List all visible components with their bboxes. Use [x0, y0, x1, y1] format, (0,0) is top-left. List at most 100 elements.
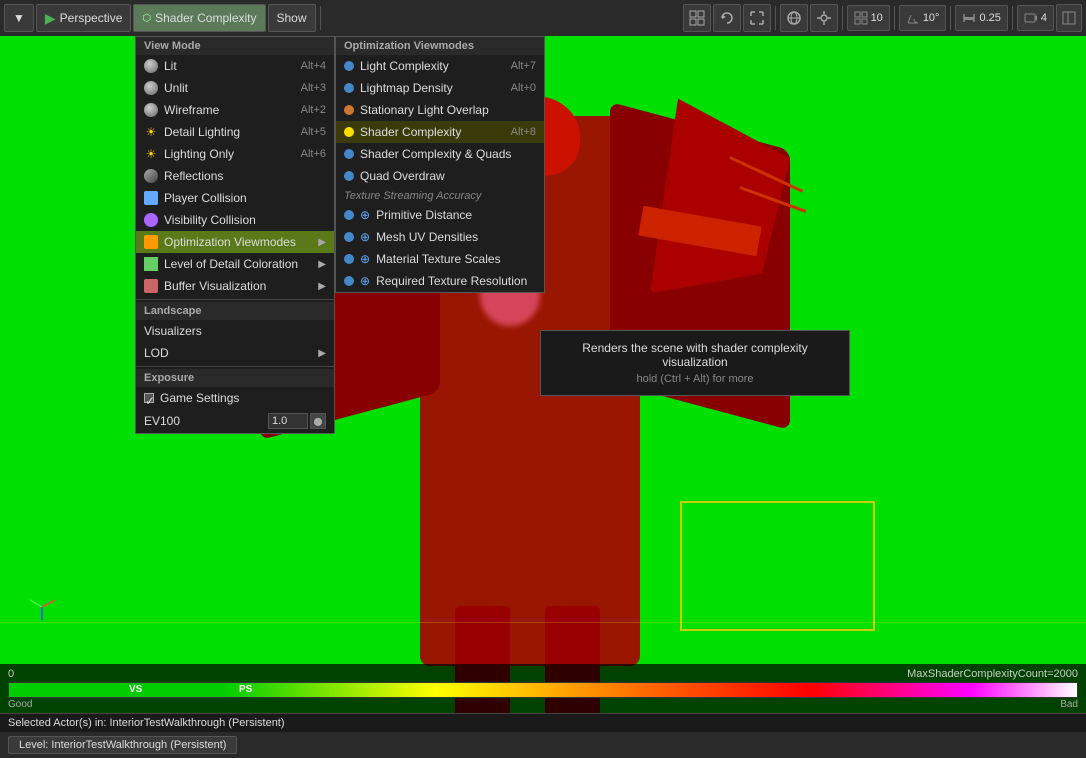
menu-item-game-settings[interactable]: ✓ Game Settings — [136, 387, 334, 409]
shader-complexity-btn[interactable]: ⬡ Shader Complexity — [133, 4, 265, 32]
unlit-label: Unlit — [164, 81, 188, 95]
main-dropdown-menu: View Mode Lit Alt+4 Unlit Alt+3 Wirefram… — [135, 36, 335, 434]
opt-submenu-header: Optimization Viewmodes — [336, 37, 544, 55]
sep-4 — [894, 6, 895, 30]
expand-icon — [1062, 11, 1076, 25]
light-complexity-shortcut: Alt+7 — [511, 60, 536, 72]
sub-menu-lightmap-density[interactable]: Lightmap Density Alt+0 — [336, 77, 544, 99]
menu-item-visualizers[interactable]: Visualizers — [136, 320, 334, 342]
game-settings-checkbox: ✓ — [144, 393, 154, 403]
sub-menu-quad-overdraw[interactable]: Quad Overdraw — [336, 165, 544, 187]
angle-icon — [906, 11, 920, 25]
sub-menu-required-texture[interactable]: ⊕ Required Texture Resolution — [336, 270, 544, 292]
vs-label: VS — [129, 684, 142, 695]
maximize-btn[interactable] — [743, 4, 771, 32]
wireframe-icon — [144, 103, 158, 117]
lightmap-density-label: Lightmap Density — [360, 81, 453, 95]
rotate-icon — [719, 10, 735, 26]
light-complexity-label: Light Complexity — [360, 59, 449, 73]
shader-complexity-shortcut: Alt+8 — [511, 126, 536, 138]
complexity-gradient-bar: VS PS — [8, 682, 1078, 698]
grid-btn[interactable] — [683, 4, 711, 32]
primitive-distance-dot — [344, 210, 354, 220]
required-texture-dot — [344, 276, 354, 286]
expand-btn[interactable] — [1056, 4, 1082, 32]
rotate-btn[interactable] — [713, 4, 741, 32]
sep-5 — [950, 6, 951, 30]
menu-item-reflections[interactable]: Reflections — [136, 165, 334, 187]
menu-item-lighting-only[interactable]: ☀ Lighting Only Alt+6 — [136, 143, 334, 165]
complexity-header: 0 MaxShaderComplexityCount=2000 — [8, 668, 1078, 680]
camera-display: 4 — [1017, 5, 1054, 31]
sub-menu-mesh-uv[interactable]: ⊕ Mesh UV Densities — [336, 226, 544, 248]
sub-menu-shader-complexity[interactable]: Shader Complexity Alt+8 — [336, 121, 544, 143]
menu-item-visibility-collision[interactable]: Visibility Collision — [136, 209, 334, 231]
player-collision-icon — [144, 191, 158, 205]
ev100-control[interactable]: ⬤ — [268, 413, 326, 429]
sub-menu-material-texture[interactable]: ⊕ Material Texture Scales — [336, 248, 544, 270]
ev100-input[interactable] — [268, 413, 308, 429]
menu-item-ev100: EV100 ⬤ — [136, 409, 334, 433]
optimization-arrow: ▶ — [318, 237, 326, 248]
viewport-dropdown-btn[interactable]: ▼ — [4, 4, 34, 32]
landscape-header: Landscape — [136, 302, 334, 320]
menu-item-optimization[interactable]: Optimization Viewmodes ▶ — [136, 231, 334, 253]
exposure-divider — [136, 366, 334, 367]
snap-icon — [962, 11, 976, 25]
menu-item-player-collision[interactable]: Player Collision — [136, 187, 334, 209]
texture-streaming-section: Texture Streaming Accuracy — [336, 187, 544, 204]
ps-label: PS — [239, 684, 252, 695]
floor-line — [0, 622, 1086, 623]
lighting-only-label: Lighting Only — [164, 147, 234, 161]
lightmap-density-dot — [344, 83, 354, 93]
snap-value: 0.25 — [979, 12, 1000, 24]
cam-value: 4 — [1041, 12, 1047, 24]
level-badge: Level: InteriorTestWalkthrough (Persiste… — [8, 736, 237, 754]
menu-item-wireframe[interactable]: Wireframe Alt+2 — [136, 99, 334, 121]
snap-display: 0.25 — [955, 5, 1007, 31]
lit-label: Lit — [164, 59, 177, 73]
tooltip-text: Renders the scene with shader complexity… — [557, 341, 833, 369]
show-btn[interactable]: Show — [268, 4, 316, 32]
globe-icon — [786, 10, 802, 26]
tooltip-hint: hold (Ctrl + Alt) for more — [557, 373, 833, 385]
material-texture-icon-2: ⊕ — [360, 252, 370, 266]
camera-icon — [1024, 11, 1038, 25]
complexity-labels: Good Bad — [8, 698, 1078, 711]
required-texture-icon-2: ⊕ — [360, 274, 370, 288]
view-mode-header: View Mode — [136, 37, 334, 55]
menu-item-unlit[interactable]: Unlit Alt+3 — [136, 77, 334, 99]
ev100-slider-btn[interactable]: ⬤ — [310, 413, 326, 429]
detail-lighting-icon: ☀ — [144, 125, 158, 139]
show-label: Show — [277, 11, 307, 25]
menu-item-buffer[interactable]: Buffer Visualization ▶ — [136, 275, 334, 297]
grid-value: 10 — [871, 12, 883, 24]
lod-landscape-label: LOD — [144, 346, 169, 360]
settings-btn[interactable] — [810, 4, 838, 32]
sep-3 — [842, 6, 843, 30]
sub-menu-light-complexity[interactable]: Light Complexity Alt+7 — [336, 55, 544, 77]
sep-2 — [775, 6, 776, 30]
sub-menu-stationary-overlap[interactable]: Stationary Light Overlap — [336, 99, 544, 121]
complexity-zero-label: 0 — [8, 668, 14, 680]
menu-item-lod[interactable]: Level of Detail Coloration ▶ — [136, 253, 334, 275]
grid-icon — [689, 10, 705, 26]
menu-item-detail-lighting[interactable]: ☀ Detail Lighting Alt+5 — [136, 121, 334, 143]
sub-menu-primitive-distance[interactable]: ⊕ Primitive Distance — [336, 204, 544, 226]
buffer-arrow: ▶ — [318, 281, 326, 292]
primitive-distance-icon-2: ⊕ — [360, 208, 370, 222]
good-label: Good — [8, 699, 32, 710]
material-texture-label: Material Texture Scales — [376, 252, 501, 266]
angle-display: 10° — [899, 5, 947, 31]
detail-lighting-shortcut: Alt+5 — [301, 126, 326, 138]
menu-item-lod-landscape[interactable]: LOD ▶ — [136, 342, 334, 364]
sub-menu-shader-quads[interactable]: Shader Complexity & Quads — [336, 143, 544, 165]
grid-size-icon — [854, 11, 868, 25]
globe-btn[interactable] — [780, 4, 808, 32]
buffer-icon — [144, 279, 158, 293]
mesh-uv-dot — [344, 232, 354, 242]
stationary-overlap-dot — [344, 105, 354, 115]
menu-item-lit[interactable]: Lit Alt+4 — [136, 55, 334, 77]
perspective-btn[interactable]: ▶ Perspective — [36, 4, 131, 32]
player-collision-label: Player Collision — [164, 191, 247, 205]
